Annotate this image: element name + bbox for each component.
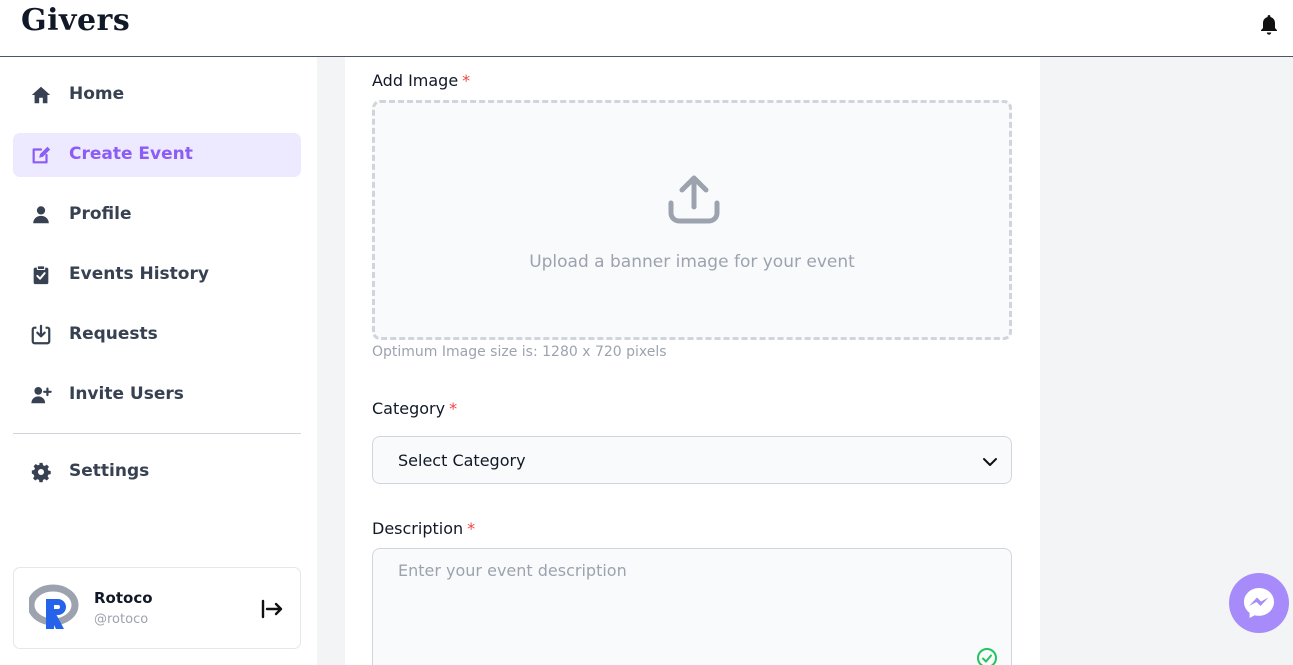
user-name: Rotoco — [94, 589, 153, 607]
avatar — [29, 584, 79, 629]
sidebar-item-label: Invite Users — [69, 384, 184, 404]
sidebar-item-invite-users[interactable]: Invite Users — [13, 373, 301, 417]
upload-prompt: Upload a banner image for your event — [529, 252, 855, 272]
messenger-icon — [1244, 588, 1274, 618]
required-mark: * — [467, 519, 476, 538]
download-box-icon — [31, 324, 51, 345]
required-mark: * — [449, 399, 458, 418]
user-handle: @rotoco — [94, 612, 149, 627]
category-select[interactable]: Select Category — [372, 436, 1012, 484]
sidebar-item-events-history[interactable]: Events History — [13, 253, 301, 297]
content-gutter — [317, 57, 345, 665]
edit-icon — [32, 146, 51, 164]
sidebar-divider — [13, 433, 301, 434]
required-mark: * — [462, 71, 471, 90]
sidebar-item-create-event[interactable]: Create Event — [13, 133, 301, 177]
sidebar-item-settings[interactable]: Settings — [13, 450, 301, 494]
brand-logo[interactable]: Givers — [21, 3, 130, 38]
sidebar: Home Create Event Profile Events History… — [0, 57, 317, 665]
user-icon — [33, 206, 49, 224]
sidebar-item-requests[interactable]: Requests — [13, 313, 301, 357]
sidebar-item-label: Profile — [69, 204, 132, 224]
image-dropzone[interactable]: Upload a banner image for your event — [372, 100, 1012, 340]
sidebar-item-label: Settings — [69, 461, 150, 481]
upload-icon — [668, 175, 720, 224]
sidebar-item-label: Events History — [69, 264, 209, 284]
category-select-value: Select Category — [398, 451, 526, 470]
category-label: Category * — [372, 399, 458, 418]
gear-icon — [31, 462, 51, 483]
sidebar-item-label: Create Event — [69, 144, 193, 164]
create-event-form: Add Image * Upload a banner image for you… — [345, 57, 1040, 665]
sidebar-item-label: Home — [69, 84, 125, 104]
description-placeholder: Enter your event description — [398, 561, 627, 580]
sidebar-item-label: Requests — [69, 324, 158, 344]
sidebar-item-home[interactable]: Home — [13, 73, 301, 117]
top-header: Givers — [0, 0, 1293, 57]
home-icon — [31, 86, 51, 104]
add-image-label: Add Image * — [372, 71, 471, 90]
description-field[interactable]: Enter your event description — [372, 548, 1012, 665]
user-card[interactable]: Rotoco @rotoco — [13, 567, 301, 649]
image-size-hint: Optimum Image size is: 1280 x 720 pixels — [372, 344, 667, 360]
logout-icon[interactable] — [260, 598, 284, 620]
bell-icon[interactable] — [1257, 13, 1281, 37]
user-plus-icon — [31, 387, 52, 404]
description-label: Description * — [372, 519, 476, 538]
messenger-chat-button[interactable] — [1229, 573, 1289, 633]
clipboard-check-icon — [33, 265, 49, 285]
chevron-down-icon — [983, 458, 997, 466]
sidebar-item-profile[interactable]: Profile — [13, 193, 301, 237]
check-circle-icon — [977, 648, 997, 665]
